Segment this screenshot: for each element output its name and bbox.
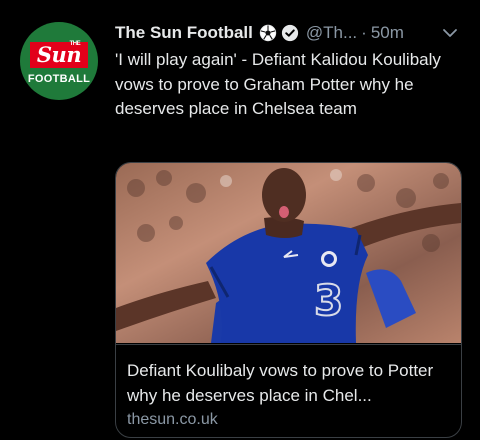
card-domain[interactable]: thesun.co.uk xyxy=(127,411,218,429)
tweet-header: The Sun Football @Th... · 50m xyxy=(115,20,464,46)
logo-subtext: FOOTBALL xyxy=(27,72,91,85)
separator: · xyxy=(361,23,367,42)
tweet[interactable]: THE Sun FOOTBALL The Sun Football @Th...… xyxy=(0,0,480,440)
soccer-ball-icon xyxy=(259,24,277,42)
verified-badge-icon xyxy=(281,24,298,42)
card-title[interactable]: Defiant Koulibaly vows to prove to Potte… xyxy=(127,359,457,408)
avatar[interactable]: THE Sun FOOTBALL xyxy=(20,22,98,100)
display-name[interactable]: The Sun Football xyxy=(115,23,253,43)
card-footer[interactable]: Defiant Koulibaly vows to prove to Potte… xyxy=(116,344,461,437)
svg-text:3: 3 xyxy=(314,276,343,325)
link-card[interactable]: 3 Defiant Koulibaly vows to prove to Pot… xyxy=(115,162,462,438)
timestamp[interactable]: 50m xyxy=(371,23,404,43)
logo-small-text: THE xyxy=(69,40,81,47)
handle[interactable]: @Th... xyxy=(306,23,357,43)
sun-logo: THE Sun xyxy=(29,40,89,68)
card-image[interactable]: 3 xyxy=(116,163,461,343)
tweet-text: 'I will play again' - Defiant Kalidou Ko… xyxy=(115,50,441,118)
chevron-down-icon[interactable] xyxy=(440,23,460,43)
